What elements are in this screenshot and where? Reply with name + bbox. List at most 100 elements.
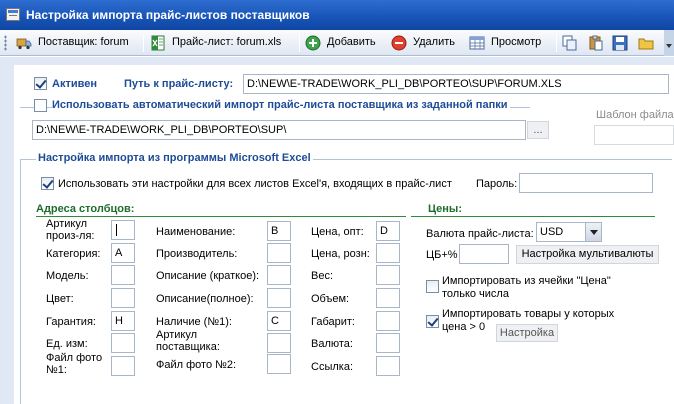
chevron-down-icon (585, 223, 601, 241)
pricelist-label: Прайс-лист: forum.xls (172, 36, 282, 48)
category-column-input[interactable]: A (111, 243, 135, 263)
volume-column-input[interactable] (376, 288, 400, 308)
add-button[interactable]: Добавить (305, 30, 385, 56)
currency-label: Валюта прайс-листа: (426, 228, 534, 240)
multicurrency-settings-button[interactable]: Настройка мультивалюты (516, 245, 659, 264)
auto-import-checkbox[interactable] (34, 99, 47, 112)
name-column-input[interactable]: B (267, 221, 291, 241)
article-maker-column-input[interactable] (111, 220, 135, 240)
currency-select[interactable]: USD (536, 222, 602, 242)
active-checkbox[interactable] (34, 77, 47, 90)
use-for-all-sheets-label: Использовать эти настройки для всех лист… (58, 178, 452, 190)
color-column-input[interactable] (111, 288, 135, 308)
column-field-label: Цена, розн: (311, 248, 370, 260)
column-field-label: Вес: (311, 270, 334, 282)
column-field-label: Гарантия: (46, 316, 96, 328)
warranty-column-input[interactable]: H (111, 311, 135, 331)
excel-file-icon (151, 35, 165, 51)
column-field-label: Производитель: (156, 248, 238, 260)
panel-frame-left (0, 57, 14, 404)
panel-frame-top (0, 57, 674, 65)
column-field-label: Ссылка: (311, 361, 353, 373)
weight-column-input[interactable] (376, 265, 400, 285)
column-field-label: Объем: (311, 293, 350, 305)
app-window-icon (6, 8, 20, 21)
photo2-column-input[interactable] (267, 354, 291, 374)
use-for-all-sheets-checkbox[interactable] (41, 177, 54, 190)
view-button[interactable]: Просмотр (469, 30, 553, 56)
supplier-label: Поставщик: forum (38, 36, 129, 48)
password-input[interactable] (519, 173, 653, 193)
full-description-column-input[interactable] (267, 288, 291, 308)
title-bar: Настройка импорта прайс-листов поставщик… (0, 0, 674, 30)
excel-section-title: Настройка импорта из программы Microsoft… (36, 152, 313, 164)
column-field-label: Валюта: (311, 338, 353, 350)
supplier-button[interactable]: Поставщик: forum (16, 30, 138, 56)
column-field-label: Наименование: (156, 226, 236, 238)
prices-title-underline (411, 216, 655, 217)
retail-price-column-input[interactable] (376, 243, 400, 263)
photo1-column-input[interactable] (111, 356, 135, 376)
column-field-label: Цвет: (46, 293, 74, 305)
column-field-label: Категория: (46, 248, 101, 260)
truck-icon (16, 38, 32, 50)
delete-circle-icon (391, 35, 407, 51)
cb-percent-label: ЦБ+% (426, 249, 458, 261)
folder-path-input[interactable]: D:\NEW\E-TRADE\WORK_PLI_DB\PORTEO\SUP\ (32, 120, 526, 140)
browse-folder-button[interactable]: ... (527, 121, 549, 139)
text-caret (116, 224, 117, 236)
toolbar-separator (143, 34, 144, 52)
columns-title-underline (36, 216, 406, 217)
import-positive-price-checkbox[interactable] (426, 315, 439, 328)
column-field-label: Артикул произ-ля: (46, 218, 95, 242)
short-description-column-input[interactable] (267, 265, 291, 285)
add-label: Добавить (327, 36, 376, 48)
delete-button[interactable]: Удалить (391, 30, 463, 56)
columns-title: Адреса столбцов: (36, 203, 135, 215)
dimensions-column-input[interactable] (376, 311, 400, 331)
main-content: Активен Путь к прайс-листу: D:\NEW\E-TRA… (14, 65, 674, 404)
currency-column-input[interactable] (376, 333, 400, 353)
toolbar-separator (299, 34, 300, 52)
path-input[interactable]: D:\NEW\E-TRADE\WORK_PLI_DB\PORTEO\SUP\FO… (243, 74, 669, 94)
toolbar-grip[interactable] (4, 35, 7, 51)
table-view-icon (469, 36, 485, 50)
wholesale-price-column-input[interactable]: D (376, 221, 400, 241)
pricelist-button[interactable]: Прайс-лист: forum.xls (150, 30, 294, 56)
active-label: Активен (52, 78, 97, 90)
cb-percent-input[interactable] (459, 244, 509, 264)
file-template-input[interactable] (594, 125, 674, 145)
manufacturer-column-input[interactable] (267, 243, 291, 263)
save-icon[interactable] (612, 35, 628, 51)
column-field-label: Описание (краткое): (156, 270, 260, 282)
column-field-label: Описание(полное): (156, 293, 254, 305)
supplier-article-column-input[interactable] (267, 333, 291, 353)
auto-import-label: Использовать автоматический импорт прайс… (52, 99, 511, 111)
column-field-label: Ед. изм: (46, 338, 88, 350)
column-field-label: Артикул поставщика: (156, 329, 220, 353)
copy-icon[interactable] (562, 35, 578, 51)
link-column-input[interactable] (376, 356, 400, 376)
import-numbers-only-checkbox[interactable] (426, 280, 439, 293)
stock1-column-input[interactable]: C (267, 311, 291, 331)
toolbar: Поставщик: forum Прайс-лист: forum.xls Д… (0, 30, 674, 56)
prices-title: Цены: (428, 203, 462, 215)
price-settings-button[interactable]: Настройка (496, 324, 558, 342)
delete-label: Удалить (413, 36, 455, 48)
column-field-label: Габарит: (311, 316, 355, 328)
unit-column-input[interactable] (111, 333, 135, 353)
column-field-label: Файл фото №2: (156, 359, 237, 371)
toolbar-overflow-button[interactable] (664, 30, 674, 56)
column-field-label: Модель: (46, 270, 89, 282)
toolbar-separator (556, 34, 557, 52)
column-field-label: Файл фото №1: (46, 352, 103, 376)
view-label: Просмотр (491, 36, 542, 48)
window-title: Настройка импорта прайс-листов поставщик… (26, 8, 310, 22)
model-column-input[interactable] (111, 265, 135, 285)
path-label: Путь к прайс-листу: (124, 78, 234, 90)
column-field-label: Наличие (№1): (156, 316, 232, 328)
folder-icon[interactable] (638, 35, 654, 51)
currency-select-value: USD (540, 226, 564, 238)
column-field-label: Цена, опт: (311, 226, 364, 238)
paste-icon[interactable] (588, 35, 604, 51)
